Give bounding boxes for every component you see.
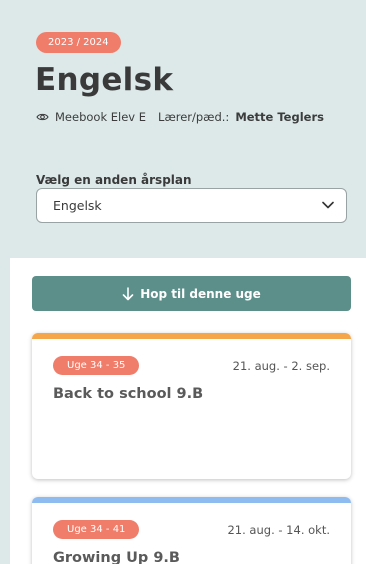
- plan-header: 2023 / 2024 Engelsk Meebook Elev E Lærer…: [10, 10, 366, 258]
- left-strip: [0, 0, 10, 564]
- teacher-name: Mette Teglers: [235, 110, 324, 124]
- plan-meta: Meebook Elev E Lærer/pæd.: Mette Teglers: [36, 110, 324, 124]
- date-range: 21. aug. - 2. sep.: [232, 359, 330, 373]
- eye-icon: [36, 113, 49, 121]
- plan-select-value: Engelsk: [53, 198, 102, 213]
- plan-select[interactable]: Engelsk: [36, 188, 347, 223]
- date-range: 21. aug. - 14. okt.: [227, 523, 330, 537]
- chevron-down-icon: [322, 201, 334, 209]
- week-badge: Uge 34 - 41: [53, 520, 140, 539]
- card-title: Back to school 9.B: [53, 386, 204, 402]
- jump-to-week-button[interactable]: Hop til denne uge: [32, 276, 351, 311]
- teacher-label: Lærer/pæd.:: [158, 110, 230, 124]
- select-label: Vælg en anden årsplan: [36, 173, 192, 187]
- top-strip: [0, 0, 366, 10]
- year-badge: 2023 / 2024: [36, 32, 121, 53]
- plan-card[interactable]: Uge 34 - 35 21. aug. - 2. sep. Back to s…: [32, 333, 351, 479]
- viewer-name: Meebook Elev E: [55, 110, 147, 124]
- card-accent-bar: [32, 497, 351, 503]
- plan-card[interactable]: Uge 34 - 41 21. aug. - 14. okt. Growing …: [32, 497, 351, 564]
- card-accent-bar: [32, 333, 351, 339]
- week-badge: Uge 34 - 35: [53, 356, 140, 375]
- jump-button-label: Hop til denne uge: [140, 286, 261, 301]
- arrow-down-icon: [122, 286, 134, 300]
- card-title: Growing Up 9.B: [53, 550, 180, 564]
- page-title: Engelsk: [35, 62, 174, 98]
